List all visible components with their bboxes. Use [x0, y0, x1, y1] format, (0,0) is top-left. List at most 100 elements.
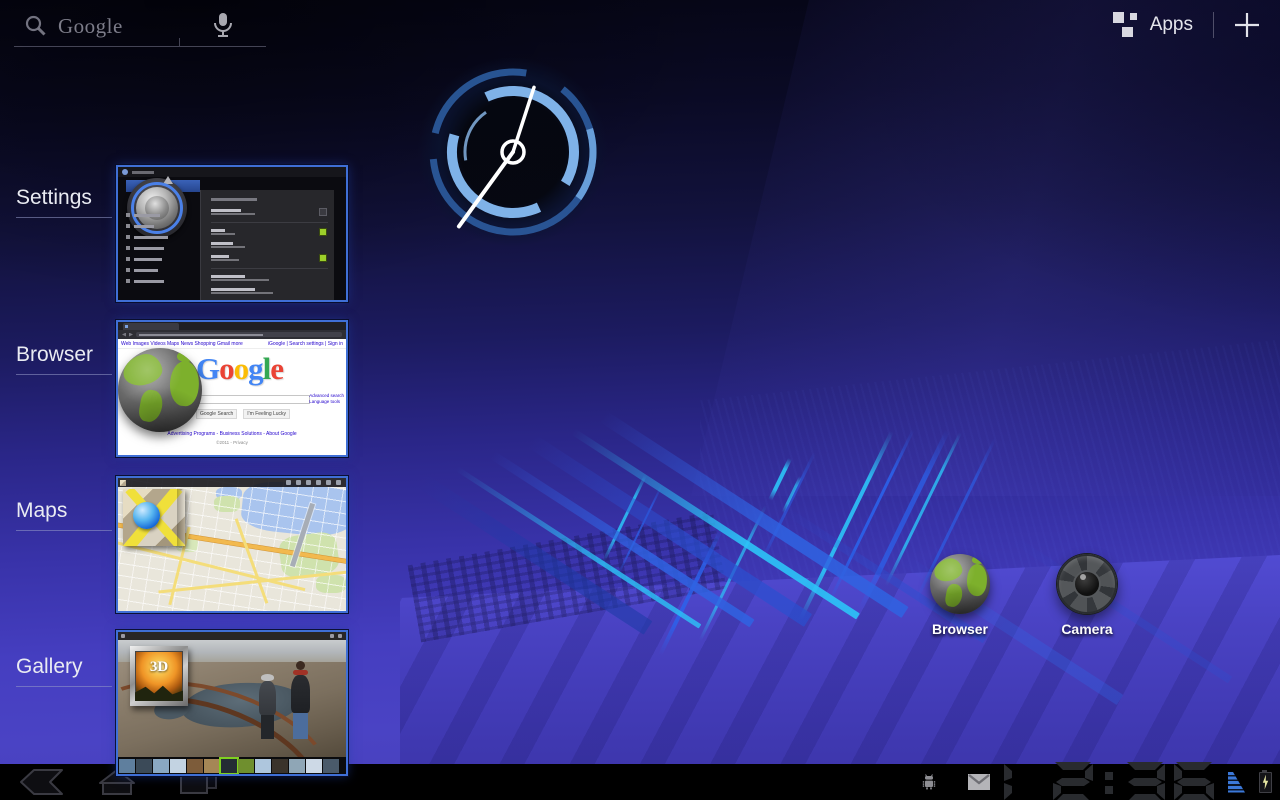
recent-thumbnail-browser[interactable]: Web Images Videos Maps News Shopping Gma…: [116, 320, 348, 457]
filmstrip-thumb: [289, 759, 305, 773]
checkbox-icon: [320, 209, 326, 215]
recent-label-gallery: Gallery: [16, 655, 112, 687]
share-icon: [330, 634, 334, 638]
settings-option-row: [211, 242, 328, 249]
back-button[interactable]: [18, 767, 64, 797]
back-arrow-icon: [122, 333, 126, 337]
settings-option-row: [211, 255, 328, 269]
topbar-right: Apps: [1109, 8, 1264, 42]
settings-option-row: [211, 275, 328, 282]
status-area[interactable]: [920, 764, 1274, 800]
filmstrip-thumb: [306, 759, 322, 773]
maps-pin-sphere: [133, 502, 160, 529]
filmstrip-thumb: [323, 759, 339, 773]
filmstrip-thumb: [170, 759, 186, 773]
voice-search-button[interactable]: [180, 6, 266, 47]
browser-app-icon: [118, 348, 202, 432]
google-logo-text: Google: [58, 14, 123, 39]
logo-letter: e: [270, 351, 283, 386]
google-search-widget: Google: [14, 6, 266, 47]
settings-option-row: [211, 209, 328, 223]
battery-charging-icon: [1259, 772, 1272, 793]
google-footer-links: Advertising Programs - Business Solution…: [118, 431, 346, 437]
settings-menu-item: [126, 279, 196, 283]
settings-menu-item: [126, 213, 196, 217]
maps-toolbar: [118, 478, 346, 487]
usb-debug-android-icon: [920, 773, 938, 791]
logo-letter: o: [219, 351, 234, 386]
recent-label-maps: Maps: [16, 499, 112, 531]
settings-menu-item: [126, 268, 196, 272]
settings-menu-item: [126, 224, 196, 228]
apps-button[interactable]: Apps: [1109, 8, 1197, 42]
recent-label-browser: Browser: [16, 343, 112, 375]
shortcut-browser[interactable]: Browser: [910, 554, 1010, 637]
filmstrip-thumb: [136, 759, 152, 773]
logo-letter: o: [234, 351, 249, 386]
shortcut-camera[interactable]: Camera: [1037, 554, 1137, 637]
google-account-links: iGoogle | Search settings | Sign in: [268, 341, 343, 347]
label-underline: [16, 530, 112, 531]
label-underline: [16, 686, 112, 687]
settings-thumb-body: [118, 177, 346, 300]
recent-label-settings: Settings: [16, 186, 112, 218]
email-notification-icon: [968, 774, 990, 790]
gallery-icon-mountains: [135, 682, 183, 701]
topbar-divider: [1213, 12, 1214, 38]
add-widget-button[interactable]: [1230, 8, 1264, 42]
gallery-filmstrip: [118, 757, 346, 774]
maps-mini-icon: [120, 480, 126, 486]
signal-strength-icon: [1228, 772, 1245, 793]
google-logo: Google: [196, 351, 283, 387]
settings-option-row: [211, 288, 328, 295]
honeycomb-home-screen: Google Apps: [0, 0, 1280, 800]
google-side-links: Advanced search Language tools: [309, 393, 344, 405]
checkbox-icon: [320, 229, 326, 235]
settings-left-list: [126, 213, 196, 283]
menu-icon: [338, 634, 342, 638]
filmstrip-thumb: [255, 759, 271, 773]
filmstrip-thumb: [221, 759, 237, 773]
filmstrip-thumb: [204, 759, 220, 773]
google-search-button: Google Search: [196, 409, 237, 419]
camera-lens: [1075, 572, 1099, 596]
label-underline: [16, 217, 112, 218]
feeling-lucky-button: I'm Feeling Lucky: [243, 409, 290, 419]
filmstrip-thumb: [187, 759, 203, 773]
settings-thumb-titlebar: [118, 167, 346, 177]
browser-tab-bar: [118, 322, 346, 330]
logo-letter: g: [248, 351, 263, 386]
microphone-icon: [211, 12, 235, 40]
plus-icon: [1235, 13, 1259, 37]
filmstrip-thumb: [272, 759, 288, 773]
settings-right-panel: [200, 190, 334, 302]
filmstrip-thumb: [119, 759, 135, 773]
gallery-icon-3d-text: 3D: [135, 659, 183, 676]
settings-option-row: [211, 229, 328, 236]
recent-thumbnail-settings[interactable]: [116, 165, 348, 302]
filmstrip-thumb: [238, 759, 254, 773]
recent-thumbnail-gallery[interactable]: 3D: [116, 630, 348, 776]
recent-thumbnail-maps[interactable]: [116, 476, 348, 613]
shortcut-label-browser: Browser: [910, 621, 1010, 637]
search-input[interactable]: Google: [14, 6, 180, 47]
search-icon: [24, 14, 48, 38]
gallery-app-icon: 3D: [130, 646, 188, 706]
forward-arrow-icon: [129, 333, 133, 337]
apps-grid-icon: [1113, 12, 1138, 38]
status-clock: [1004, 762, 1214, 800]
settings-menu-item: [126, 235, 196, 239]
settings-menu-item: [126, 257, 196, 261]
gallery-toolbar: [118, 632, 346, 640]
filmstrip-thumb: [153, 759, 169, 773]
apps-label: Apps: [1150, 14, 1193, 36]
browser-url-bar: [118, 330, 346, 339]
gear-icon: [122, 169, 128, 175]
settings-menu-item: [126, 246, 196, 250]
photo-person: [259, 674, 276, 739]
camera-aperture-icon: [1057, 554, 1117, 614]
checkbox-icon: [320, 255, 326, 261]
gallery-mini-icon: [121, 634, 125, 638]
analog-clock-widget[interactable]: [418, 54, 610, 252]
maps-app-icon: [123, 489, 185, 546]
